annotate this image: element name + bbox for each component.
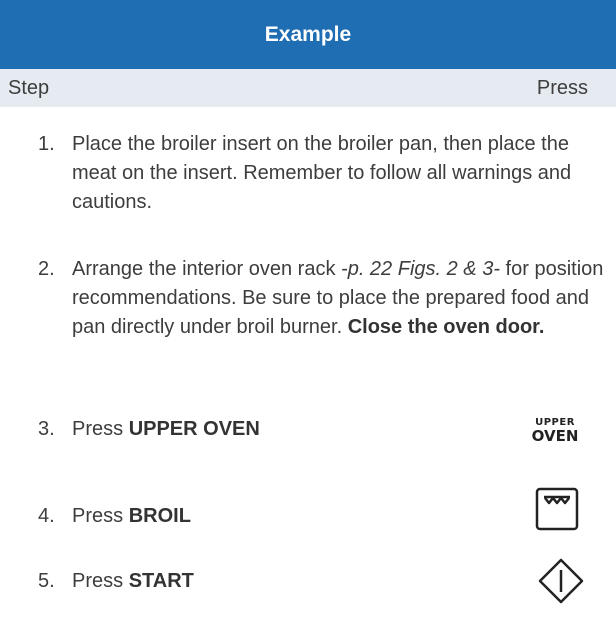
step-5: 5. Press START xyxy=(38,567,610,596)
step-text-segment: START xyxy=(128,570,194,592)
start-icon xyxy=(538,558,584,604)
broil-icon xyxy=(535,487,579,531)
column-header-step: Step xyxy=(8,77,50,99)
step-text-segment: Close the oven door. xyxy=(347,316,545,338)
step-number: 2. xyxy=(38,258,55,280)
column-header-row: Step Press xyxy=(0,69,616,107)
step-number: 3. xyxy=(38,418,55,440)
step-number: 4. xyxy=(38,505,55,527)
column-header-press: Press xyxy=(536,77,588,99)
step-text: Press BROIL xyxy=(72,502,610,531)
step-text-segment: UPPER OVEN xyxy=(128,418,260,440)
step-text-segment: Press xyxy=(72,505,129,527)
step-text-segment: Press xyxy=(72,418,129,440)
step-text-segment: BROIL xyxy=(128,505,191,527)
step-text-segment: Arrange the interior oven rack xyxy=(72,258,342,280)
step-number: 5. xyxy=(38,570,55,592)
step-1: 1. Place the broiler insert on the broil… xyxy=(38,130,610,217)
upper-oven-label-line2: OVEN xyxy=(531,427,579,445)
step-4: 4. Press BROIL xyxy=(38,502,610,531)
step-text-segment: -p. 22 Figs. 2 & 3- xyxy=(341,258,500,280)
upper-oven-button-icon: UPPER OVEN xyxy=(525,417,585,444)
page-title: Example xyxy=(264,23,352,46)
step-number: 1. xyxy=(38,133,55,155)
step-text: Place the broiler insert on the broiler … xyxy=(72,130,610,217)
step-text: Arrange the interior oven rack -p. 22 Fi… xyxy=(72,255,610,342)
step-text-segment: Press xyxy=(72,570,129,592)
step-2: 2. Arrange the interior oven rack -p. 22… xyxy=(38,255,610,342)
step-text-segment: Place the broiler insert on the broiler … xyxy=(72,133,572,213)
step-text: Press START xyxy=(72,567,610,596)
